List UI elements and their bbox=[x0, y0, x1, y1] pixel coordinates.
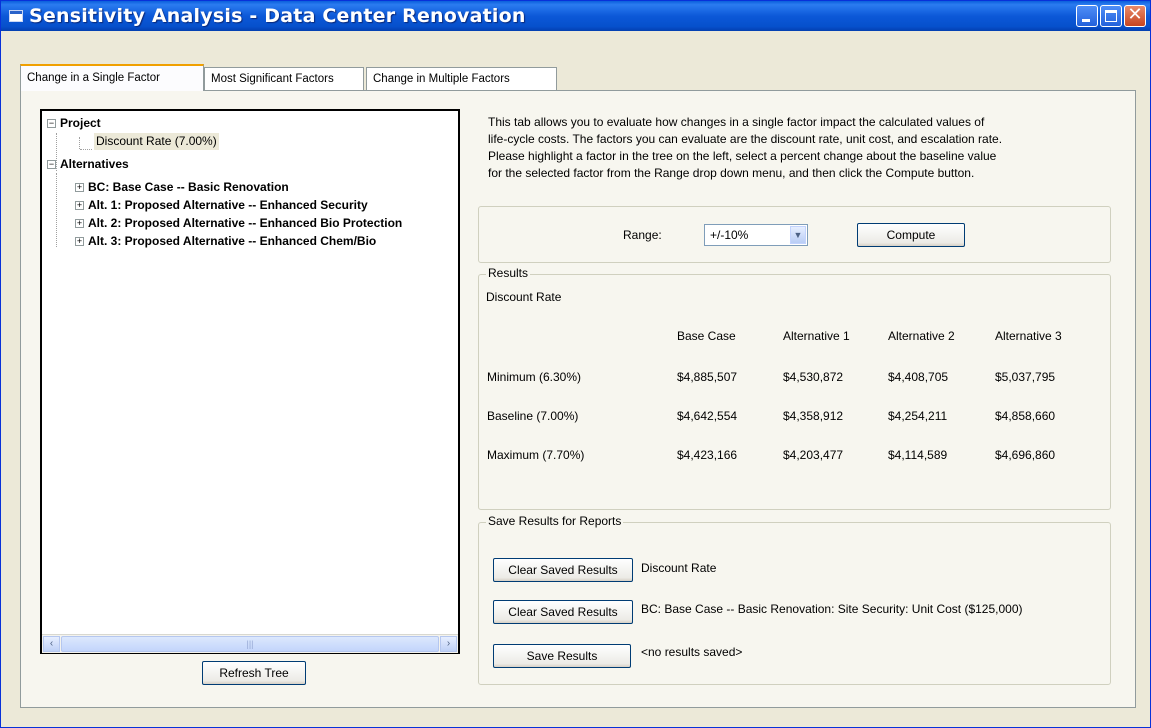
result-cell: $4,358,912 bbox=[783, 409, 844, 423]
result-cell: $4,858,660 bbox=[995, 409, 1056, 423]
clear-saved-results-button[interactable]: Clear Saved Results bbox=[493, 600, 633, 624]
column-header: Alternative 1 bbox=[783, 329, 850, 343]
tree-node-alt-1[interactable]: + Alt. 1: Proposed Alternative -- Enhanc… bbox=[42, 197, 458, 214]
row-label: Maximum (7.70%) bbox=[487, 448, 585, 462]
range-dropdown-value: +/-10% bbox=[710, 228, 749, 242]
tree-node-alt-2[interactable]: + Alt. 2: Proposed Alternative -- Enhanc… bbox=[42, 215, 458, 232]
row-label: Minimum (6.30%) bbox=[487, 370, 582, 384]
tree-node-label: Alt. 3: Proposed Alternative -- Enhanced… bbox=[88, 234, 377, 248]
range-dropdown[interactable]: +/-10% ▼ bbox=[704, 224, 808, 246]
expand-icon[interactable]: + bbox=[75, 237, 84, 246]
tree-node-label: BC: Base Case -- Basic Renovation bbox=[88, 180, 289, 194]
column-header: Alternative 3 bbox=[995, 329, 1062, 343]
column-header: Alternative 2 bbox=[888, 329, 955, 343]
compute-button[interactable]: Compute bbox=[857, 223, 965, 247]
tree-node-alternatives[interactable]: − Alternatives bbox=[42, 156, 452, 173]
range-label: Range: bbox=[623, 228, 662, 242]
result-cell: $4,885,507 bbox=[677, 370, 738, 384]
scroll-left-icon[interactable]: ‹ bbox=[43, 636, 60, 652]
collapse-icon[interactable]: − bbox=[47, 160, 56, 169]
app-window: Sensitivity Analysis - Data Center Renov… bbox=[0, 0, 1151, 728]
result-cell: $4,114,589 bbox=[888, 448, 948, 462]
tree-node-label: Alt. 2: Proposed Alternative -- Enhanced… bbox=[88, 216, 403, 230]
tab-most-significant[interactable]: Most Significant Factors bbox=[204, 67, 364, 90]
results-legend: Results bbox=[486, 266, 531, 280]
tree-node-label: Alt. 1: Proposed Alternative -- Enhanced… bbox=[88, 198, 368, 212]
tree-node-label: Alternatives bbox=[60, 157, 129, 171]
result-cell: $4,203,477 bbox=[783, 448, 844, 462]
tree-node-discount-rate[interactable]: Discount Rate (7.00%) bbox=[42, 133, 452, 150]
instructions-line: This tab allows you to evaluate how chan… bbox=[488, 115, 985, 129]
expand-icon[interactable]: + bbox=[75, 183, 84, 192]
results-group: Results bbox=[478, 266, 1111, 510]
scroll-right-icon[interactable]: › bbox=[440, 636, 457, 652]
instructions-line: for the selected factor from the Range d… bbox=[488, 166, 975, 180]
expand-icon[interactable]: + bbox=[75, 201, 84, 210]
tree-node-alt-3[interactable]: + Alt. 3: Proposed Alternative -- Enhanc… bbox=[42, 233, 458, 250]
expand-icon[interactable]: + bbox=[75, 219, 84, 228]
close-button[interactable]: ✕ bbox=[1124, 5, 1146, 27]
result-cell: $4,530,872 bbox=[783, 370, 844, 384]
tab-multiple-factors[interactable]: Change in Multiple Factors bbox=[366, 67, 557, 90]
saved-result-text: <no results saved> bbox=[641, 645, 743, 659]
tree-node-label: Discount Rate (7.00%) bbox=[94, 133, 219, 150]
window-icon bbox=[9, 10, 23, 22]
save-results-button[interactable]: Save Results bbox=[493, 644, 631, 668]
tree-horizontal-scrollbar[interactable]: ‹ ||| › bbox=[42, 634, 458, 653]
scroll-thumb[interactable]: ||| bbox=[61, 636, 439, 652]
maximize-icon bbox=[1105, 10, 1117, 22]
refresh-tree-button[interactable]: Refresh Tree bbox=[202, 661, 306, 685]
result-cell: $5,037,795 bbox=[995, 370, 1056, 384]
results-factor-name: Discount Rate bbox=[486, 290, 562, 304]
row-label: Baseline (7.00%) bbox=[487, 409, 579, 423]
saved-result-text: Discount Rate bbox=[641, 561, 717, 575]
instructions-line: Please highlight a factor in the tree on… bbox=[488, 149, 997, 163]
close-icon: ✕ bbox=[1127, 4, 1143, 25]
result-cell: $4,696,860 bbox=[995, 448, 1056, 462]
clear-saved-results-button[interactable]: Clear Saved Results bbox=[493, 558, 633, 582]
tree-node-label: Project bbox=[60, 116, 101, 130]
dropdown-arrow-icon[interactable]: ▼ bbox=[790, 226, 806, 244]
tree-node-base-case[interactable]: + BC: Base Case -- Basic Renovation bbox=[42, 179, 458, 196]
window-title: Sensitivity Analysis - Data Center Renov… bbox=[29, 5, 526, 27]
result-cell: $4,254,211 bbox=[888, 409, 948, 423]
maximize-button[interactable] bbox=[1100, 5, 1122, 27]
collapse-icon[interactable]: − bbox=[47, 119, 56, 128]
instructions-line: life-cycle costs. The factors you can ev… bbox=[488, 132, 1003, 146]
minimize-button[interactable] bbox=[1076, 5, 1098, 27]
tree-node-project[interactable]: − Project bbox=[42, 115, 452, 132]
instructions-text: This tab allows you to evaluate how chan… bbox=[488, 114, 1108, 182]
tab-single-factor[interactable]: Change in a Single Factor bbox=[20, 64, 204, 91]
saved-result-text: BC: Base Case -- Basic Renovation: Site … bbox=[641, 602, 1023, 616]
title-bar[interactable]: Sensitivity Analysis - Data Center Renov… bbox=[1, 1, 1150, 31]
result-cell: $4,408,705 bbox=[888, 370, 949, 384]
result-cell: $4,423,166 bbox=[677, 448, 738, 462]
save-results-legend: Save Results for Reports bbox=[486, 514, 624, 528]
column-header: Base Case bbox=[677, 329, 736, 343]
factor-tree[interactable]: − Project Discount Rate (7.00%) − Altern… bbox=[40, 109, 460, 654]
minimize-icon bbox=[1082, 19, 1090, 22]
result-cell: $4,642,554 bbox=[677, 409, 738, 423]
